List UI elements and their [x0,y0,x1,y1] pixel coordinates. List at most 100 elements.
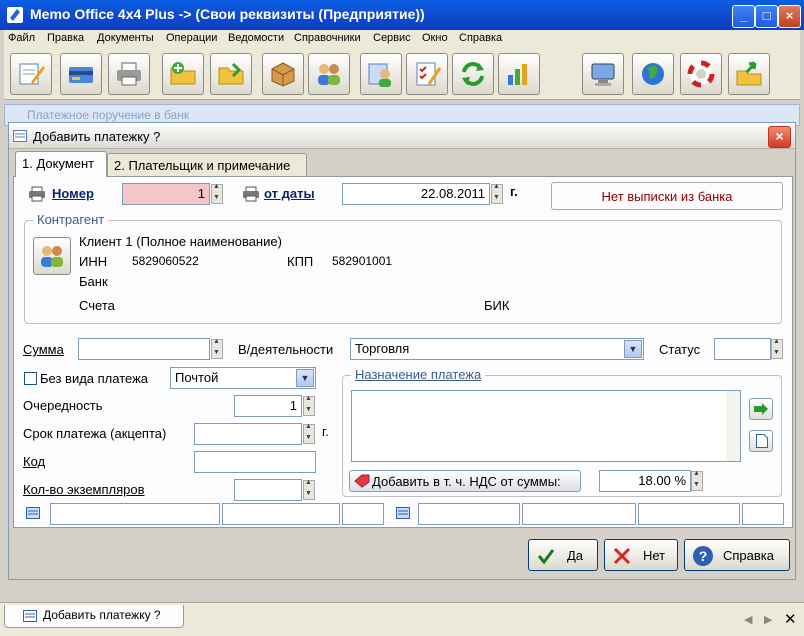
users-icon [318,64,340,85]
menu-statements[interactable]: Ведомости [228,32,284,44]
new-purpose-button[interactable] [749,430,773,452]
priority-label: Очередность [23,398,103,413]
status-input[interactable] [714,338,771,360]
tab-document[interactable]: 1. Документ [15,151,107,177]
toolbar-refresh-button[interactable] [452,53,494,95]
number-input[interactable]: 1 [122,183,210,205]
toolbar-users-button[interactable] [308,53,350,95]
code-input[interactable] [194,451,316,473]
toolbar-printer-button[interactable] [108,53,150,95]
folder-open-icon [218,62,244,85]
bik-label: БИК [484,298,510,313]
tab-scroll-left-icon[interactable]: ◀ [744,613,752,626]
no-button[interactable]: Нет [604,539,678,571]
accounts-label: Счета [79,298,115,313]
indicator-field-4 [418,503,520,525]
toolbar-add-folder-button[interactable] [162,53,204,95]
add-vat-button[interactable]: Добавить в т. ч. НДС от суммы: [349,470,581,492]
print-number-icon[interactable] [28,186,46,202]
insert-purpose-button[interactable] [749,398,773,420]
contragent-title: Контрагент [33,212,109,227]
menu-window[interactable]: Окно [422,32,448,44]
vat-input[interactable]: 18.00 % [599,470,691,492]
no-payment-type-checkbox[interactable] [24,372,37,385]
bank-status-box: Нет выписки из банка [551,182,783,210]
toolbar-checklist-button[interactable] [406,53,448,95]
arrow-right-icon [754,403,768,415]
toolbar [4,48,800,100]
toolbar-person-doc-button[interactable] [360,53,402,95]
copies-input[interactable] [234,479,302,501]
kpp-label: КПП [287,254,314,269]
priority-spinner[interactable] [303,395,315,416]
toolbar-globe-button[interactable] [632,53,674,95]
date-spinner[interactable] [491,183,503,204]
select-contragent-button[interactable] [33,237,71,275]
toolbar-card-button[interactable] [60,53,102,95]
chevron-down-icon[interactable]: ▼ [296,369,314,387]
bank-card-icon [69,67,93,83]
code-label: Код [23,454,46,469]
sum-input[interactable] [78,338,210,360]
contragent-name: Клиент 1 (Полное наименование) [79,234,282,249]
package-icon [271,62,295,87]
svg-text:?: ? [699,548,708,564]
form-left-icon[interactable] [26,507,40,519]
purpose-textarea[interactable] [351,390,741,462]
no-payment-type-label: Без вида платежа [40,371,149,386]
window-tab-add-payment[interactable]: Добавить платежку ? [4,605,184,628]
activity-select[interactable]: Торговля ▼ [350,338,644,360]
number-label[interactable]: Номер [52,186,94,201]
maximize-button[interactable]: □ [755,5,778,28]
activity-label: В/деятельности [238,342,334,357]
deadline-label: Срок платежа (акцепта) [23,426,167,441]
priority-input[interactable]: 1 [234,395,302,417]
menu-references[interactable]: Справочники [294,32,361,44]
print-date-icon[interactable] [242,186,260,202]
tab-scroll-right-icon[interactable]: ▶ [764,613,772,626]
number-spinner[interactable] [211,183,223,204]
menu-operations[interactable]: Операции [166,32,217,44]
tab-close-icon[interactable]: ✕ [784,610,797,628]
help-label: Справка [723,548,774,563]
close-button[interactable]: × [778,5,801,28]
notepad-pencil-icon [19,63,45,85]
copies-spinner[interactable] [303,479,315,500]
printer-icon [117,62,141,86]
vat-spinner[interactable] [691,470,703,491]
form-right-icon[interactable] [396,507,410,519]
document-icon [756,434,768,448]
toolbar-computer-button[interactable] [582,53,624,95]
minimize-button[interactable]: _ [732,5,755,28]
date-label[interactable]: от даты [264,186,315,201]
menu-service[interactable]: Сервис [373,32,411,44]
date-input[interactable]: 22.08.2011 [342,183,490,205]
yes-button[interactable]: Да [528,539,598,571]
deadline-input[interactable] [194,423,302,445]
toolbar-package-button[interactable] [262,53,304,95]
toolbar-chart-button[interactable] [498,53,540,95]
help-icon: ? [693,546,713,566]
payment-method-select[interactable]: Почтой ▼ [170,367,316,389]
menu-file[interactable]: Файл [8,32,35,44]
menu-documents[interactable]: Документы [97,32,154,44]
window-tab-bar: Добавить платежку ? ◀ ▶ ✕ [0,602,804,636]
sum-spinner[interactable] [211,338,223,359]
status-spinner[interactable] [771,338,783,359]
toolbar-edit-button[interactable] [10,53,52,95]
help-button[interactable]: ? Справка [684,539,790,571]
menu-bar: Файл Правка Документы Операции Ведомости… [4,30,800,48]
menu-help[interactable]: Справка [459,32,502,44]
indicator-field-1 [50,503,220,525]
dialog-close-button[interactable]: × [768,126,791,148]
deadline-spinner[interactable] [303,423,315,444]
toolbar-open-folder-button[interactable] [210,53,252,95]
indicator-field-5 [522,503,636,525]
menu-edit[interactable]: Правка [47,32,84,44]
tab-payer-note[interactable]: 2. Плательщик и примечание [107,153,307,177]
purpose-scrollbar[interactable] [726,391,740,461]
purpose-title: Назначение платежа [351,367,486,382]
toolbar-lifebuoy-button[interactable] [680,53,722,95]
chevron-down-icon[interactable]: ▼ [624,340,642,358]
toolbar-export-button[interactable] [728,53,770,95]
